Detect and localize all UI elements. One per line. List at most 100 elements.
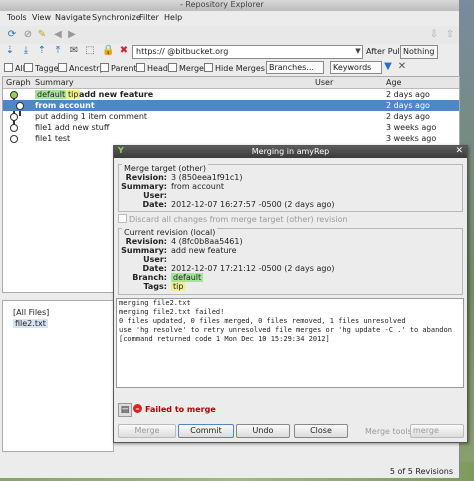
- branches-select[interactable]: Branches...: [266, 61, 324, 74]
- filter-all-checkbox[interactable]: All: [4, 63, 25, 73]
- date-label: Date:: [142, 200, 168, 209]
- filter-ancestry-checkbox[interactable]: Ancestry: [58, 63, 104, 73]
- table-row[interactable]: file1 add new stuff 3 weeks ago: [3, 122, 459, 133]
- branch-label: Branch:: [132, 273, 167, 282]
- branch-value: default: [171, 273, 204, 282]
- back-icon[interactable]: ◀: [52, 29, 64, 41]
- merge-tools-label: Merge tools:: [365, 427, 415, 436]
- merge-target-title: Merge target (other): [122, 164, 208, 173]
- col-graph[interactable]: Graph: [6, 78, 31, 87]
- table-row[interactable]: file1 test 3 weeks ago: [3, 133, 459, 144]
- keywords-input[interactable]: Keywords: [330, 61, 382, 74]
- incoming-icon[interactable]: ⇣: [4, 45, 16, 57]
- summary-value: add new feature: [171, 246, 237, 255]
- filter-heads-checkbox[interactable]: Heads: [136, 63, 172, 73]
- row-summary: from account: [35, 101, 95, 110]
- revision-value: 3 (850eea1f91c1): [171, 173, 243, 182]
- cancel-icon[interactable]: ⊘: [22, 29, 34, 41]
- date-value: 2012-12-07 16:27:57 -0500 (2 days ago): [171, 200, 335, 209]
- col-user[interactable]: User: [315, 78, 333, 87]
- graph-node: [16, 102, 24, 110]
- discard-checkbox[interactable]: Discard all changes from merge target (o…: [118, 214, 348, 224]
- date-value: 2012-12-07 17:21:12 -0500 (2 days ago): [171, 264, 335, 273]
- close-icon[interactable]: ✕: [455, 146, 463, 156]
- menu-synchronize[interactable]: Synchronize: [92, 13, 141, 22]
- row-summary: add new feature: [79, 90, 154, 99]
- clean-icon[interactable]: ✎: [36, 29, 48, 41]
- sync-bar: ⇣ ⤓ ⇡ ⤒ ✉ ⬚ 🔒 ✖ https:// @bitbucket.org …: [0, 44, 459, 60]
- dialog-titlebar: Y Merging in amyRep ✕: [114, 146, 467, 158]
- revision-label: Revision:: [125, 237, 167, 246]
- menubar: Tools View Navigate Synchronize Filter H…: [0, 11, 459, 25]
- table-header: Graph Summary User Age: [3, 77, 459, 89]
- row-summary: file1 add new stuff: [35, 123, 110, 132]
- forward-icon[interactable]: ▶: [66, 29, 78, 41]
- outgoing-icon[interactable]: ⇡: [36, 45, 48, 57]
- commit-button[interactable]: Commit: [178, 424, 234, 438]
- current-revision-title: Current revision (local): [122, 228, 218, 237]
- row-age: 2 days ago: [386, 90, 430, 99]
- merge-tools-select[interactable]: merge: [410, 424, 464, 438]
- command-output[interactable]: merging file2.txt merging file2.txt fail…: [116, 298, 464, 388]
- file-list-item-all[interactable]: [All Files]: [13, 308, 49, 317]
- row-age: 2 days ago: [386, 101, 430, 110]
- col-summary[interactable]: Summary: [35, 78, 74, 87]
- col-age[interactable]: Age: [386, 78, 401, 87]
- file-list-panel: [All Files] file2.txt: [2, 300, 114, 452]
- after-pull-label: After Pull:: [366, 47, 405, 56]
- filter-parents-checkbox[interactable]: Parents: [100, 63, 141, 73]
- summary-label: Summary:: [121, 246, 167, 255]
- pull-icon[interactable]: ⤓: [20, 45, 32, 57]
- menu-tools[interactable]: Tools: [7, 13, 27, 22]
- upload-icon[interactable]: ⇧: [444, 29, 456, 41]
- toggle-log-icon[interactable]: ▤: [118, 403, 132, 417]
- push-icon[interactable]: ⤒: [52, 45, 64, 57]
- refresh-icon[interactable]: ⟳: [6, 29, 18, 41]
- merge-button[interactable]: Merge: [118, 424, 176, 438]
- stop-icon[interactable]: ✖: [118, 45, 130, 57]
- window-title: - Repository Explorer: [180, 0, 264, 9]
- download-icon[interactable]: ⇩: [428, 29, 440, 41]
- tags-label: Tags:: [143, 282, 167, 291]
- menu-filter[interactable]: Filter: [139, 13, 159, 22]
- graph-node: [10, 135, 18, 143]
- filter-bar: All Tagged Ancestry Parents Heads Merges…: [0, 61, 459, 75]
- email-icon[interactable]: ✉: [68, 45, 80, 57]
- lock-icon[interactable]: 🔒: [102, 45, 114, 57]
- user-label: User:: [143, 191, 167, 200]
- revision-label: Revision:: [125, 173, 167, 182]
- menu-navigate[interactable]: Navigate: [55, 13, 91, 22]
- clear-filter-icon[interactable]: ✕: [396, 61, 408, 73]
- revision-value: 4 (8fc0b8aa5461): [171, 237, 243, 246]
- url-dropdown-icon[interactable]: ▼: [352, 45, 364, 57]
- menu-view[interactable]: View: [32, 13, 51, 22]
- close-button[interactable]: Close: [294, 424, 348, 438]
- unbundle-icon[interactable]: ⬚: [84, 45, 96, 57]
- table-row[interactable]: from account 2 days ago: [3, 100, 459, 111]
- file-list-item[interactable]: file2.txt: [13, 319, 48, 328]
- output-line: use 'hg resolve' to retry unresolved fil…: [119, 326, 452, 334]
- table-row[interactable]: default tip add new feature 2 days ago: [3, 89, 459, 100]
- current-revision-group: Current revision (local) Revision: 4 (8f…: [118, 228, 463, 295]
- status-bar: 5 of 5 Revisions: [0, 465, 459, 478]
- discard-label: Discard all changes from merge target (o…: [129, 215, 348, 224]
- menu-help[interactable]: Help: [164, 13, 182, 22]
- filter-hide-merges-checkbox[interactable]: Hide Merges: [204, 63, 265, 73]
- filter-icon[interactable]: ▼: [382, 61, 394, 73]
- merge-status-bar: ▤ – Failed to merge: [116, 402, 462, 417]
- filter-merges-checkbox[interactable]: Merges: [168, 63, 208, 73]
- graph-node: [10, 124, 18, 132]
- graph-node: [10, 113, 18, 121]
- after-pull-select[interactable]: Nothing: [400, 45, 438, 59]
- url-input[interactable]: https:// @bitbucket.org: [132, 45, 363, 59]
- table-row[interactable]: put adding 1 item comment 2 days ago: [3, 111, 459, 122]
- output-line: [command returned code 1 Mon Dec 10 15:2…: [119, 335, 330, 343]
- date-label: Date:: [142, 264, 168, 273]
- output-line: merging file2.txt: [119, 299, 191, 307]
- undo-button[interactable]: Undo: [236, 424, 290, 438]
- row-age: 3 weeks ago: [386, 123, 437, 132]
- dialog-title: Merging in amyRep: [251, 147, 330, 156]
- branch-tag: default: [35, 90, 68, 99]
- row-summary: file1 test: [35, 134, 71, 143]
- output-line: 0 files updated, 0 files merged, 0 files…: [119, 317, 406, 325]
